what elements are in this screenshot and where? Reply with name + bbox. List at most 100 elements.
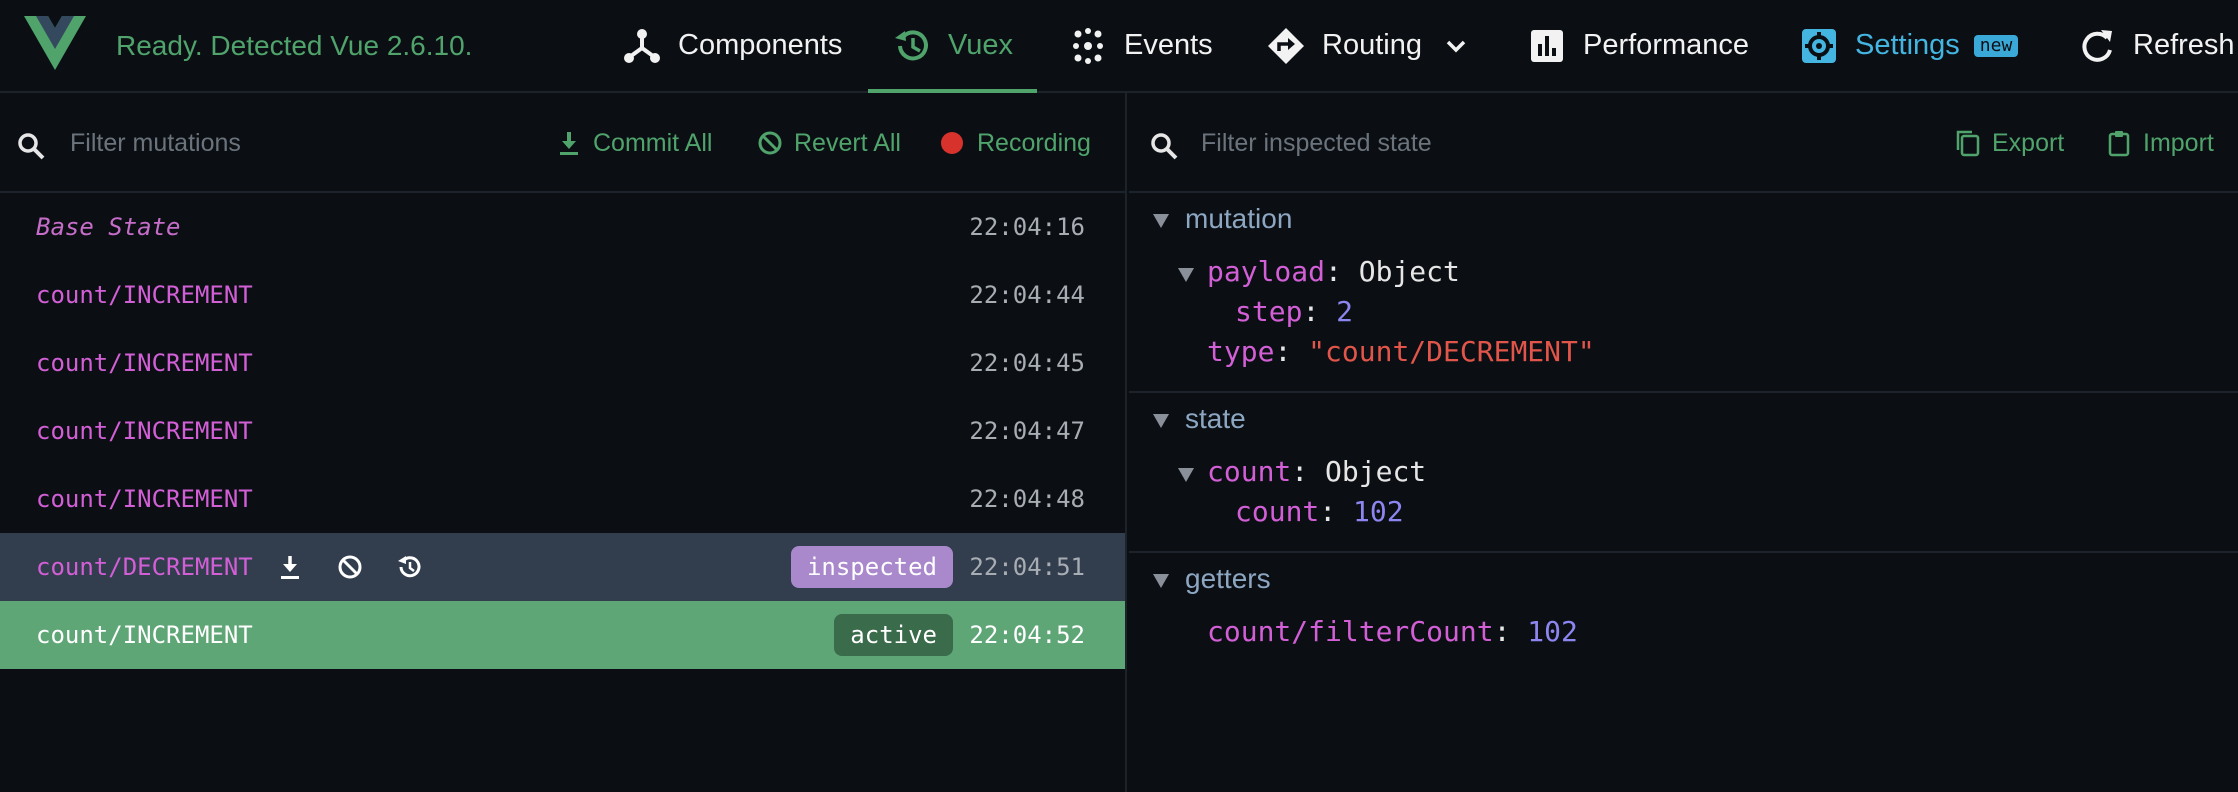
mutation-section-title: mutation xyxy=(1185,203,1293,234)
step-value: 2 xyxy=(1336,295,1354,328)
mutations-toolbar: Commit All Revert All Recording xyxy=(0,93,1125,193)
chevron-down-icon xyxy=(1446,40,1466,52)
mutation-name: count/INCREMENT xyxy=(36,621,253,649)
top-header: Ready. Detected Vue 2.6.10. Components V… xyxy=(0,0,2238,93)
export-button[interactable]: Export xyxy=(1954,123,2064,163)
recording-toggle[interactable]: Recording xyxy=(941,123,1091,163)
import-button[interactable]: Import xyxy=(2105,123,2214,163)
mutation-name: count/INCREMENT xyxy=(36,281,253,309)
copy-icon xyxy=(1956,130,1980,157)
count-key: count xyxy=(1207,455,1292,488)
mutation-name: count/DECREMENT xyxy=(36,553,253,581)
mutation-section: mutation payload: Object step: 2 type: "… xyxy=(1129,193,2238,393)
tab-routing[interactable]: Routing xyxy=(1266,0,1472,91)
tab-performance-label: Performance xyxy=(1583,29,1750,61)
mutation-name: count/INCREMENT xyxy=(36,349,253,377)
block-icon xyxy=(758,131,782,155)
record-dot-icon xyxy=(941,132,963,154)
commit-all-button[interactable]: Commit All xyxy=(555,123,712,163)
payload-type: Object xyxy=(1358,255,1460,288)
tab-components[interactable]: Components xyxy=(622,0,842,91)
tab-performance[interactable]: Performance xyxy=(1527,0,1749,91)
new-badge: new xyxy=(1973,34,2019,57)
bar-chart-icon xyxy=(1531,29,1563,62)
collapse-arrow-icon[interactable] xyxy=(1153,214,1169,228)
refresh-label: Refresh xyxy=(2133,29,2235,61)
mutation-row[interactable]: count/INCREMENT 22:04:47 xyxy=(0,397,1125,465)
count-object-property: count: Object xyxy=(1207,455,1427,488)
mutation-list: Base State 22:04:16 count/INCREMENT 22:0… xyxy=(0,193,1125,669)
getters-section-title: getters xyxy=(1185,563,1271,594)
mutation-row[interactable]: count/INCREMENT 22:04:45 xyxy=(0,329,1125,397)
collapse-arrow-icon[interactable] xyxy=(1153,414,1169,428)
import-label: Import xyxy=(2143,128,2214,157)
mutation-row-base-state[interactable]: Base State 22:04:16 xyxy=(0,193,1125,261)
mutation-time: 22:04:51 xyxy=(969,553,1085,581)
mutation-row[interactable]: count/INCREMENT 22:04:48 xyxy=(0,465,1125,533)
components-icon xyxy=(624,28,660,63)
search-icon xyxy=(1151,133,1178,160)
mutation-row-inspected[interactable]: count/DECREMENT inspected 22:04:51 xyxy=(0,533,1125,601)
clipboard-icon xyxy=(2108,131,2130,157)
type-key: type xyxy=(1207,335,1275,368)
search-icon xyxy=(18,133,45,160)
export-label: Export xyxy=(1992,128,2065,157)
collapse-arrow-icon[interactable] xyxy=(1153,574,1169,588)
revert-all-label: Revert All xyxy=(794,128,901,157)
collapse-arrow-icon[interactable] xyxy=(1178,268,1194,282)
refresh-button[interactable]: Refresh xyxy=(2077,0,2235,91)
download-icon xyxy=(560,132,578,155)
mutation-time: 22:04:48 xyxy=(969,485,1085,513)
directions-icon xyxy=(1268,27,1304,64)
count-value-property: count: 102 xyxy=(1235,495,1404,528)
type-value: "count/DECREMENT" xyxy=(1308,335,1595,368)
mutations-panel: Commit All Revert All Recording Base Sta… xyxy=(0,93,1127,792)
count-type: Object xyxy=(1325,455,1427,488)
history-icon xyxy=(895,29,928,60)
status-text: Ready. Detected Vue 2.6.10. xyxy=(116,30,473,61)
filter-state-input[interactable] xyxy=(1201,123,1661,163)
state-section-title: state xyxy=(1185,403,1246,434)
mutation-name: count/INCREMENT xyxy=(36,417,253,445)
tab-settings-label: Settings xyxy=(1855,29,1960,61)
revert-mutation-icon[interactable] xyxy=(336,553,364,581)
mutation-row[interactable]: count/INCREMENT 22:04:44 xyxy=(0,261,1125,329)
getter-value: 102 xyxy=(1527,615,1578,648)
commit-all-label: Commit All xyxy=(593,128,713,157)
state-inspector-panel: Export Import mutation payload: Object s… xyxy=(1129,93,2238,792)
getters-section: getters count/filterCount: 102 xyxy=(1129,553,2238,663)
tab-events-label: Events xyxy=(1124,29,1213,61)
tab-vuex-label: Vuex xyxy=(948,29,1014,61)
time-travel-icon[interactable] xyxy=(396,553,424,581)
tab-events[interactable]: Events xyxy=(1068,0,1213,91)
active-badge: active xyxy=(834,614,953,656)
revert-all-button[interactable]: Revert All xyxy=(756,123,901,163)
step-key: step xyxy=(1235,295,1303,328)
gear-icon xyxy=(1802,28,1836,63)
type-property: type: "count/DECREMENT" xyxy=(1207,335,1595,368)
inspector-toolbar: Export Import xyxy=(1129,93,2238,193)
tab-vuex[interactable]: Vuex xyxy=(868,0,1038,93)
mutation-time: 22:04:16 xyxy=(969,213,1085,241)
inner-count-key: count xyxy=(1235,495,1320,528)
mutation-row-active[interactable]: count/INCREMENT active 22:04:52 xyxy=(0,601,1125,669)
tab-routing-label: Routing xyxy=(1322,29,1422,61)
refresh-icon xyxy=(2082,29,2112,62)
mutation-name: Base State xyxy=(36,213,181,241)
mutation-time: 22:04:47 xyxy=(969,417,1085,445)
filter-mutations-input[interactable] xyxy=(70,123,490,163)
mutation-name: count/INCREMENT xyxy=(36,485,253,513)
commit-mutation-icon[interactable] xyxy=(276,553,304,581)
step-property: step: 2 xyxy=(1235,295,1354,328)
collapse-arrow-icon[interactable] xyxy=(1178,468,1194,482)
tab-components-label: Components xyxy=(678,29,843,61)
recording-label: Recording xyxy=(977,128,1091,157)
tab-settings[interactable]: Settings new xyxy=(1799,0,2019,91)
inner-count-value: 102 xyxy=(1353,495,1404,528)
filter-count-getter: count/filterCount: 102 xyxy=(1207,615,1578,648)
inspected-badge: inspected xyxy=(790,546,953,588)
payload-key: payload xyxy=(1207,255,1326,288)
mutation-time: 22:04:52 xyxy=(969,621,1085,649)
getter-key: count/filterCount xyxy=(1207,615,1494,648)
mutation-time: 22:04:44 xyxy=(969,281,1085,309)
